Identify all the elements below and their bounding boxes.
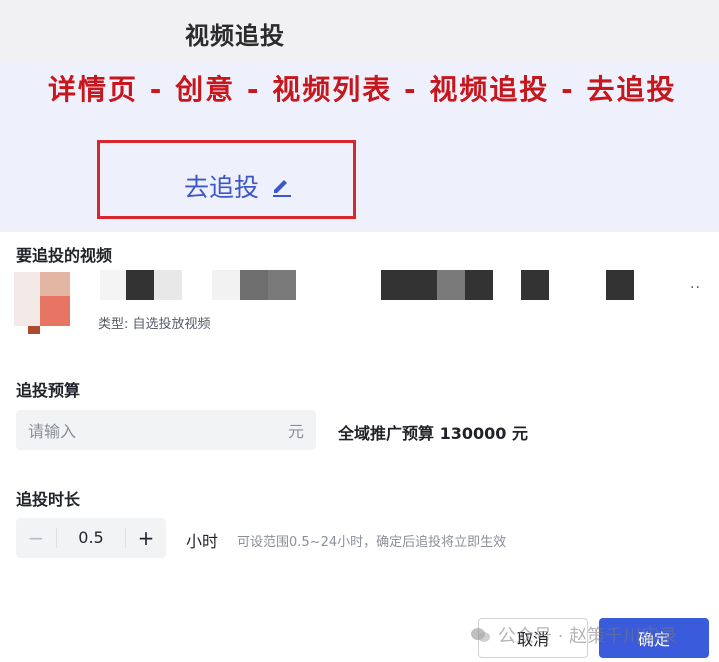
title-bar <box>0 0 719 62</box>
duration-value[interactable]: 0.5 <box>56 528 126 548</box>
budget-placeholder: 请输入 <box>28 422 77 441</box>
budget-input[interactable]: 请输入 元 <box>16 410 316 450</box>
duration-section-label: 追投时长 <box>16 490 81 509</box>
budget-unit: 元 <box>287 422 304 441</box>
total-budget-info: 全域推广预算 130000 元 <box>338 424 528 443</box>
increment-button[interactable]: + <box>126 518 166 558</box>
video-type-text: 类型: 自选投放视频 <box>98 317 211 332</box>
confirm-button[interactable]: 确定 <box>599 618 709 658</box>
video-section-label: 要追投的视频 <box>16 246 113 265</box>
breadcrumb-annotation: 详情页 - 创意 - 视频列表 - 视频追投 - 去追投 <box>48 73 677 106</box>
goto-boost-link[interactable]: 去追投 <box>184 168 293 204</box>
duration-unit: 小时 <box>186 532 219 551</box>
page-title: 视频追投 <box>185 22 285 50</box>
video-thumbnail <box>14 272 70 334</box>
cancel-button[interactable]: 取消 <box>478 618 588 658</box>
goto-boost-label: 去追投 <box>184 173 260 202</box>
more-dots: ·· <box>690 280 701 296</box>
decrement-button[interactable]: − <box>16 518 56 558</box>
pencil-icon <box>273 180 292 197</box>
duration-hint: 可设范围0.5~24小时，确定后追投将立即生效 <box>237 535 507 550</box>
budget-section-label: 追投预算 <box>16 381 81 400</box>
duration-stepper: − 0.5 + <box>16 518 166 558</box>
